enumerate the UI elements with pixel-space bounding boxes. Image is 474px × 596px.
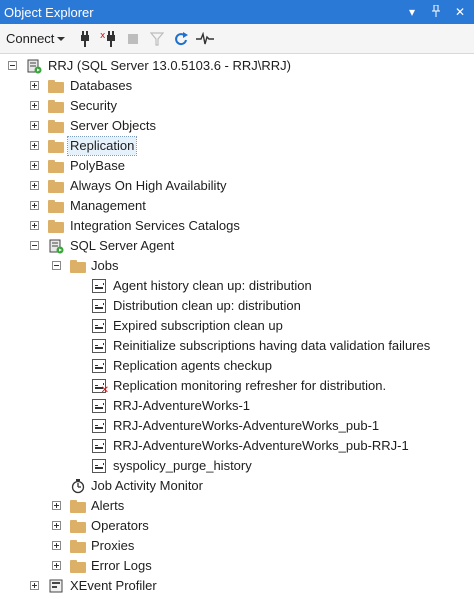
server-icon xyxy=(26,58,42,74)
folder-icon xyxy=(48,160,64,173)
node-label: Jobs xyxy=(91,258,119,273)
node-label: Replication monitoring refresher for dis… xyxy=(113,378,387,393)
folder-icon xyxy=(70,520,86,533)
job-disabled-icon: ✕ xyxy=(92,379,109,396)
expand-toggle[interactable] xyxy=(30,101,39,110)
window-title: Object Explorer xyxy=(4,4,94,20)
expand-toggle[interactable] xyxy=(30,181,39,190)
node-label: Agent history clean up: distribution xyxy=(113,278,312,293)
folder-icon xyxy=(48,100,64,113)
node-label: Server Objects xyxy=(70,118,156,133)
node-label: syspolicy_purge_history xyxy=(113,458,252,473)
expand-toggle[interactable] xyxy=(30,221,39,230)
node-label: RRJ-AdventureWorks-1 xyxy=(113,398,251,413)
node-label: Alerts xyxy=(91,498,125,513)
object-explorer-titlebar: Object Explorer ▾ ✕ xyxy=(0,0,474,24)
node-label: Replication agents checkup xyxy=(113,358,272,373)
job-icon xyxy=(92,459,106,473)
expand-toggle[interactable] xyxy=(52,521,61,530)
expand-toggle[interactable] xyxy=(30,121,39,130)
node-label: Databases xyxy=(70,78,133,93)
expand-toggle[interactable] xyxy=(30,141,39,150)
job-icon xyxy=(92,359,106,373)
job-activity-monitor-icon xyxy=(70,478,86,494)
collapse-toggle[interactable] xyxy=(52,261,61,270)
job-icon xyxy=(92,399,106,413)
folder-icon xyxy=(48,120,64,133)
xevent-profiler-icon xyxy=(48,578,64,594)
node-label: Error Logs xyxy=(91,558,152,573)
node-label: Replication xyxy=(66,136,138,156)
chevron-down-icon xyxy=(57,36,66,41)
dropdown-arrow-icon[interactable]: ▾ xyxy=(406,5,418,19)
connect-dropdown[interactable]: Connect xyxy=(6,31,71,46)
stop-icon[interactable] xyxy=(123,29,143,49)
job-icon xyxy=(92,339,106,353)
expand-toggle[interactable] xyxy=(52,501,61,510)
activity-monitor-icon[interactable] xyxy=(195,29,215,49)
job-icon xyxy=(92,419,106,433)
collapse-toggle[interactable] xyxy=(30,241,39,250)
folder-icon xyxy=(48,200,64,213)
node-label: Integration Services Catalogs xyxy=(70,218,240,233)
expand-toggle[interactable] xyxy=(30,81,39,90)
refresh-icon[interactable] xyxy=(171,29,191,49)
node-label: Distribution clean up: distribution xyxy=(113,298,301,313)
connect-plug-icon[interactable] xyxy=(75,29,95,49)
expand-toggle[interactable] xyxy=(30,161,39,170)
connect-label: Connect xyxy=(6,31,55,46)
node-label: Proxies xyxy=(91,538,135,553)
job-icon xyxy=(92,279,106,293)
folder-icon xyxy=(70,260,86,273)
node-label: Expired subscription clean up xyxy=(113,318,283,333)
node-label: Always On High Availability xyxy=(70,178,227,193)
expand-toggle[interactable] xyxy=(52,561,61,570)
node-label: SQL Server Agent xyxy=(70,238,175,253)
expand-toggle[interactable] xyxy=(30,581,39,590)
folder-icon xyxy=(48,220,64,233)
disconnect-icon[interactable]: x xyxy=(99,29,119,49)
sql-agent-icon xyxy=(48,238,64,254)
node-label: Job Activity Monitor xyxy=(91,478,203,493)
close-icon[interactable]: ✕ xyxy=(454,5,466,19)
expand-toggle[interactable] xyxy=(52,541,61,550)
pin-icon[interactable] xyxy=(430,4,442,20)
object-explorer-toolbar: Connect x xyxy=(0,24,474,54)
expand-toggle[interactable] xyxy=(30,201,39,210)
folder-icon xyxy=(48,140,64,153)
folder-icon xyxy=(48,180,64,193)
node-label: Security xyxy=(70,98,117,113)
folder-icon xyxy=(48,80,64,93)
folder-icon xyxy=(70,560,86,573)
svg-text:x: x xyxy=(100,31,106,41)
job-icon xyxy=(92,439,106,453)
collapse-toggle[interactable] xyxy=(8,61,17,70)
node-label: PolyBase xyxy=(70,158,125,173)
node-label: RRJ-AdventureWorks-AdventureWorks_pub-RR… xyxy=(113,438,409,453)
job-icon xyxy=(92,319,106,333)
node-label: Reinitialize subscriptions having data v… xyxy=(113,338,431,353)
filter-icon[interactable] xyxy=(147,29,167,49)
server-label: RRJ (SQL Server 13.0.5103.6 - RRJ\RRJ) xyxy=(48,58,291,73)
node-label: RRJ-AdventureWorks-AdventureWorks_pub-1 xyxy=(113,418,380,433)
folder-icon xyxy=(70,500,86,513)
node-label: Management xyxy=(70,198,146,213)
folder-icon xyxy=(70,540,86,553)
job-icon xyxy=(92,299,106,313)
node-label: Operators xyxy=(91,518,149,533)
node-label: XEvent Profiler xyxy=(70,578,157,593)
